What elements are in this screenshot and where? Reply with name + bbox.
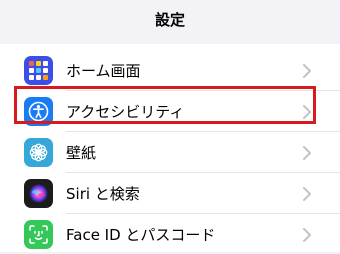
home-screen-icon — [24, 56, 53, 85]
chevron-right-icon — [303, 146, 311, 160]
settings-row-wallpaper[interactable]: 壁紙 — [0, 132, 340, 172]
settings-row-label: Siri と検索 — [66, 185, 140, 203]
chevron-right-icon — [303, 228, 311, 242]
settings-row-label: アクセシビリティ — [66, 103, 185, 121]
navigation-bar: 設定 — [0, 0, 340, 44]
chevron-right-icon — [303, 64, 311, 78]
settings-row-face-id-passcode[interactable]: Face ID とパスコード — [0, 214, 340, 254]
settings-row-accessibility[interactable]: アクセシビリティ — [0, 91, 340, 131]
face-id-icon — [24, 220, 53, 249]
chevron-right-icon — [303, 105, 311, 119]
siri-icon — [24, 179, 53, 208]
settings-row-home-screen[interactable]: ホーム画面 — [0, 50, 340, 90]
settings-row-label: ホーム画面 — [66, 62, 141, 80]
page-title: 設定 — [154, 11, 185, 29]
chevron-right-icon — [303, 187, 311, 201]
settings-row-label: 壁紙 — [66, 144, 97, 162]
settings-row-label: Face ID とパスコード — [66, 226, 216, 244]
settings-row-siri-search[interactable]: Siri と検索 — [0, 173, 340, 213]
settings-list: ホーム画面 アクセシビリティ 壁紙 Siri と検索 Face ID とパスコー… — [0, 44, 340, 252]
accessibility-icon — [24, 97, 53, 126]
wallpaper-icon — [24, 138, 53, 167]
